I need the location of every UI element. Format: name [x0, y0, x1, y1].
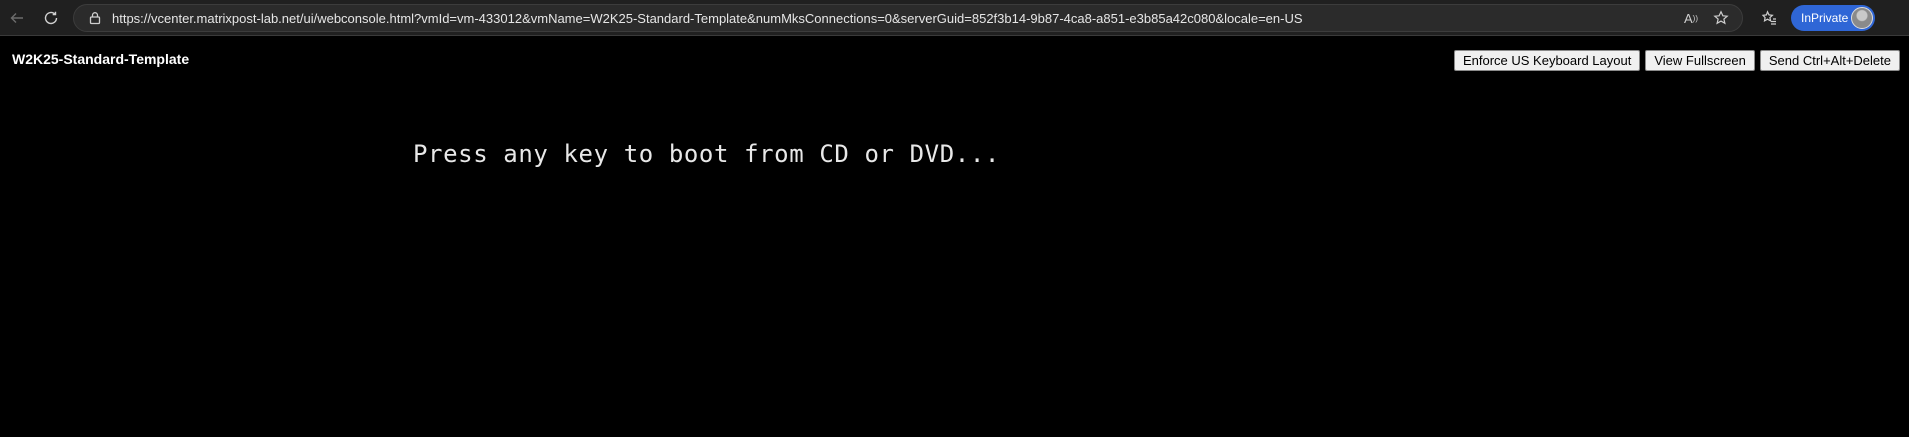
- address-bar[interactable]: https://vcenter.matrixpost-lab.net/ui/we…: [73, 4, 1743, 32]
- back-icon: [10, 13, 23, 23]
- boot-message: Press any key to boot from CD or DVD...: [413, 140, 1000, 168]
- url-text[interactable]: https://vcenter.matrixpost-lab.net/ui/we…: [112, 11, 1678, 26]
- inprivate-label: InPrivate: [1801, 11, 1849, 25]
- console-actions: Enforce US Keyboard Layout View Fullscre…: [1453, 50, 1900, 71]
- send-ctrl-alt-delete-button[interactable]: Send Ctrl+Alt+Delete: [1759, 50, 1900, 71]
- vm-title: W2K25-Standard-Template: [12, 51, 190, 67]
- enforce-keyboard-layout-button[interactable]: Enforce US Keyboard Layout: [1453, 50, 1641, 71]
- view-fullscreen-button[interactable]: View Fullscreen: [1645, 50, 1755, 71]
- favorites-icon[interactable]: [1755, 4, 1783, 32]
- read-aloud-glyph: A: [1684, 10, 1693, 26]
- reload-icon: [44, 11, 58, 25]
- avatar: [1851, 7, 1873, 29]
- console-screen[interactable]: Press any key to boot from CD or DVD...: [0, 72, 1909, 437]
- reload-button[interactable]: [37, 4, 65, 32]
- inprivate-badge[interactable]: InPrivate: [1791, 5, 1875, 31]
- browser-toolbar: https://vcenter.matrixpost-lab.net/ui/we…: [0, 0, 1909, 36]
- lock-icon: [89, 12, 101, 25]
- star-icon[interactable]: [1708, 5, 1734, 31]
- read-aloud-icon[interactable]: A)): [1678, 5, 1704, 31]
- back-button[interactable]: [3, 4, 31, 32]
